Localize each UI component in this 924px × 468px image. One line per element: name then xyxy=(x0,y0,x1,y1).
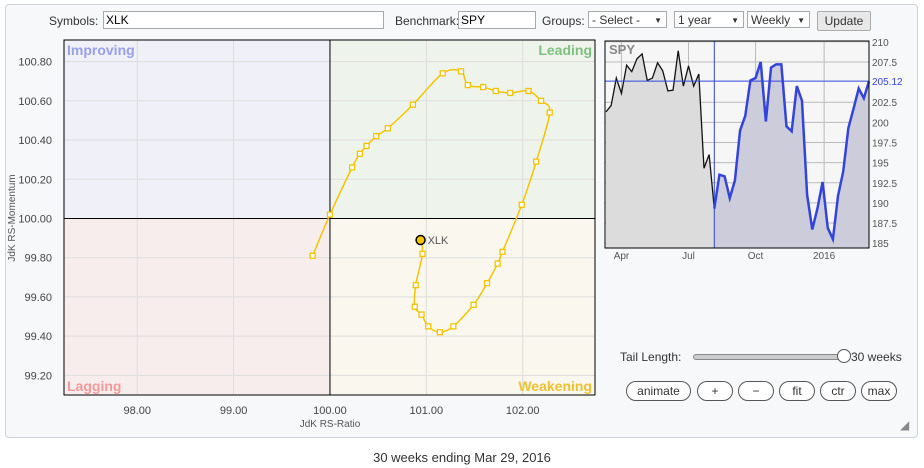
xlk-tail-point xyxy=(492,87,499,95)
xlk-tail-point xyxy=(419,250,426,257)
leading-label: Leading xyxy=(538,42,592,58)
xlk-tail-point xyxy=(425,323,432,330)
xlk-tail-point xyxy=(309,252,316,259)
xlk-tail-point xyxy=(373,132,380,140)
animate-button-face[interactable]: animate xyxy=(626,381,691,401)
xlk-tail-point xyxy=(418,311,425,318)
xlk-tail-point xyxy=(409,101,417,108)
xlk-tail-point xyxy=(363,142,370,150)
caption: 30 weeks ending Mar 29, 2016 xyxy=(373,450,551,465)
xlk-tail-point xyxy=(384,125,391,132)
leading-quadrant xyxy=(329,40,595,219)
y-tick-label: 99.40 xyxy=(24,331,52,343)
xlk-tail-point xyxy=(470,301,477,308)
tail-length-slider[interactable] xyxy=(693,354,845,360)
center-button[interactable]: ctr xyxy=(820,381,856,401)
xlk-tail-point xyxy=(507,89,514,97)
y-tick-label: 99.80 xyxy=(24,253,52,265)
improving-quadrant xyxy=(64,40,330,219)
xlk-tail-point xyxy=(412,282,419,289)
xlk-tail-point xyxy=(518,201,525,208)
xlk-head-point xyxy=(415,234,426,246)
lagging-label: Lagging xyxy=(67,378,121,394)
y-axis-label: JdK RS-Momentum xyxy=(7,174,18,261)
xlk-tail-point xyxy=(537,97,545,104)
xlk-tail-point xyxy=(499,248,506,255)
zoom-in-button[interactable]: + xyxy=(697,381,733,401)
fit-button[interactable]: fit xyxy=(779,381,815,401)
xlk-tail-point xyxy=(533,158,540,165)
xlk-tail-point xyxy=(439,70,446,77)
xlk-tail-point xyxy=(457,68,465,75)
y-tick-label: 100.40 xyxy=(18,135,52,147)
improving-label: Improving xyxy=(67,42,135,58)
xlk-tail-point xyxy=(480,83,487,91)
tail-length-handle[interactable] xyxy=(837,349,851,363)
resize-handle-icon[interactable]: ◢ xyxy=(900,418,909,432)
xlk-tail-point xyxy=(450,323,457,330)
lagging-quadrant xyxy=(64,218,330,395)
y-tick-label: 100.20 xyxy=(18,174,52,186)
xlk-tail-point xyxy=(326,211,334,218)
x-tick-label: 99.00 xyxy=(220,405,248,417)
y-tick-label: 100.00 xyxy=(18,213,52,225)
xlk-label: XLK xyxy=(428,235,449,247)
x-tick-label: 102.00 xyxy=(506,405,540,417)
x-tick-label: 100.00 xyxy=(313,405,347,417)
max-button[interactable]: max xyxy=(861,381,897,401)
weakening-label: Weakening xyxy=(518,378,592,394)
xlk-tail-point xyxy=(494,260,501,267)
x-tick-label: 98.00 xyxy=(123,405,151,417)
y-tick-label: 100.80 xyxy=(18,57,52,69)
xlk-tail-point xyxy=(546,109,553,116)
weakening-quadrant xyxy=(329,218,595,395)
xlk-tail-point xyxy=(356,150,364,157)
y-tick-label: 100.60 xyxy=(18,96,52,108)
tail-length-label: Tail Length: xyxy=(620,350,682,364)
tail-length-value: 30 weeks xyxy=(851,350,902,364)
x-axis-label: JdK RS-Ratio xyxy=(300,419,361,430)
xlk-tail-point xyxy=(436,329,443,336)
xlk-tail-point xyxy=(411,303,418,310)
zoom-out-button[interactable]: − xyxy=(738,381,774,401)
xlk-tail-point xyxy=(464,81,471,89)
y-tick-label: 99.20 xyxy=(24,370,52,382)
xlk-tail-point xyxy=(483,280,491,287)
rrg-chart[interactable]: 98.00 99.00 100.00 101.00 102.00 99.20 99.40 99… xyxy=(0,0,924,440)
x-tick-label: 101.00 xyxy=(410,405,444,417)
y-tick-label: 99.60 xyxy=(24,292,52,304)
xlk-tail-point xyxy=(525,87,532,95)
xlk-tail-point xyxy=(348,164,356,171)
